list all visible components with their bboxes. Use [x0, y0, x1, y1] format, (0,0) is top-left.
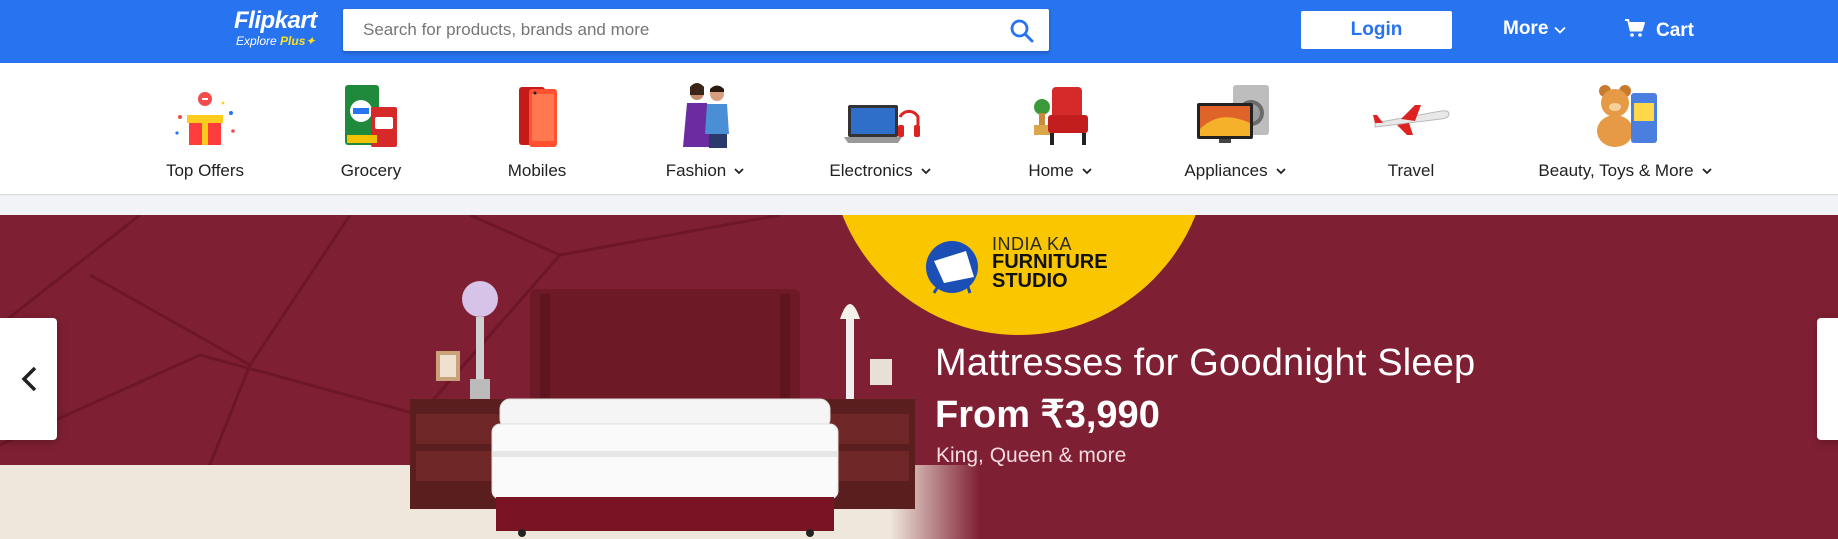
- hero-banner[interactable]: INDIA KA FURNITURE STUDIO Mattresses for…: [0, 215, 1838, 539]
- logo-wordmark: Flipkart: [234, 7, 317, 34]
- top-header: Flipkart Explore Plus✦ Login More Cart: [0, 0, 1838, 63]
- category-label: Top Offers: [165, 161, 245, 180]
- banner-title: Mattresses for Goodnight Sleep: [935, 342, 1476, 384]
- banner-price: From ₹3,990: [935, 394, 1160, 436]
- category-mobiles[interactable]: Mobiles: [492, 63, 582, 194]
- category-travel[interactable]: Travel: [1366, 63, 1456, 194]
- chevron-down-icon: [920, 167, 931, 174]
- banner-subtitle: King, Queen & more: [936, 444, 1127, 467]
- login-button[interactable]: Login: [1301, 11, 1452, 49]
- mattress-bed-image: [410, 281, 915, 537]
- category-top-offers[interactable]: Top Offers: [160, 63, 250, 194]
- category-label: Electronics: [829, 161, 913, 180]
- grocery-icon: [331, 77, 411, 157]
- carousel-prev-button[interactable]: [0, 318, 57, 440]
- logo-tagline: Explore Plus✦: [236, 34, 316, 48]
- search-icon[interactable]: [1009, 18, 1035, 44]
- search-bar: [343, 9, 1049, 51]
- category-appliances[interactable]: Appliances: [1175, 63, 1295, 194]
- fashion-icon: [665, 77, 745, 157]
- teddy-bear-icon: [1585, 77, 1665, 157]
- category-fashion[interactable]: Fashion: [655, 63, 755, 194]
- laptop-icon: [840, 77, 920, 157]
- category-label: Home: [1028, 161, 1074, 180]
- category-label: Travel: [1387, 161, 1435, 180]
- cart-icon: [1624, 18, 1646, 44]
- category-label: Mobiles: [507, 161, 567, 180]
- category-electronics[interactable]: Electronics: [820, 63, 940, 194]
- chevron-down-icon: [1702, 167, 1712, 174]
- flipkart-logo[interactable]: Flipkart Explore Plus✦: [234, 8, 330, 50]
- category-grocery[interactable]: Grocery: [326, 63, 416, 194]
- cart-label: Cart: [1656, 20, 1695, 41]
- more-menu[interactable]: More: [1503, 18, 1567, 40]
- category-label: Beauty, Toys & More: [1538, 161, 1694, 180]
- cart-button[interactable]: Cart: [1624, 18, 1694, 44]
- chevron-left-icon: [21, 366, 36, 392]
- plus-star-icon: ✦: [305, 34, 316, 48]
- category-home[interactable]: Home: [1010, 63, 1110, 194]
- chevron-down-icon: [1275, 167, 1286, 174]
- carousel-next-button[interactable]: [1817, 318, 1838, 440]
- search-input[interactable]: [343, 9, 993, 51]
- mobile-icon: [497, 77, 577, 157]
- category-label: Fashion: [665, 161, 727, 180]
- category-label: Grocery: [340, 161, 402, 180]
- armchair-icon: [1020, 77, 1100, 157]
- promo-line-2: FURNITURE STUDIO: [992, 251, 1108, 292]
- more-label: More: [1503, 18, 1549, 39]
- category-label: Appliances: [1184, 161, 1268, 180]
- gift-icon: [165, 77, 245, 157]
- airplane-icon: [1371, 77, 1451, 157]
- tv-icon: [1195, 77, 1275, 157]
- chevron-down-icon: [1554, 18, 1567, 40]
- category-beauty-toys[interactable]: Beauty, Toys & More: [1530, 63, 1720, 194]
- category-bar: Top Offers Grocery Mobiles Fashion Elect…: [0, 63, 1838, 194]
- chevron-down-icon: [1082, 167, 1092, 174]
- chevron-down-icon: [734, 167, 744, 174]
